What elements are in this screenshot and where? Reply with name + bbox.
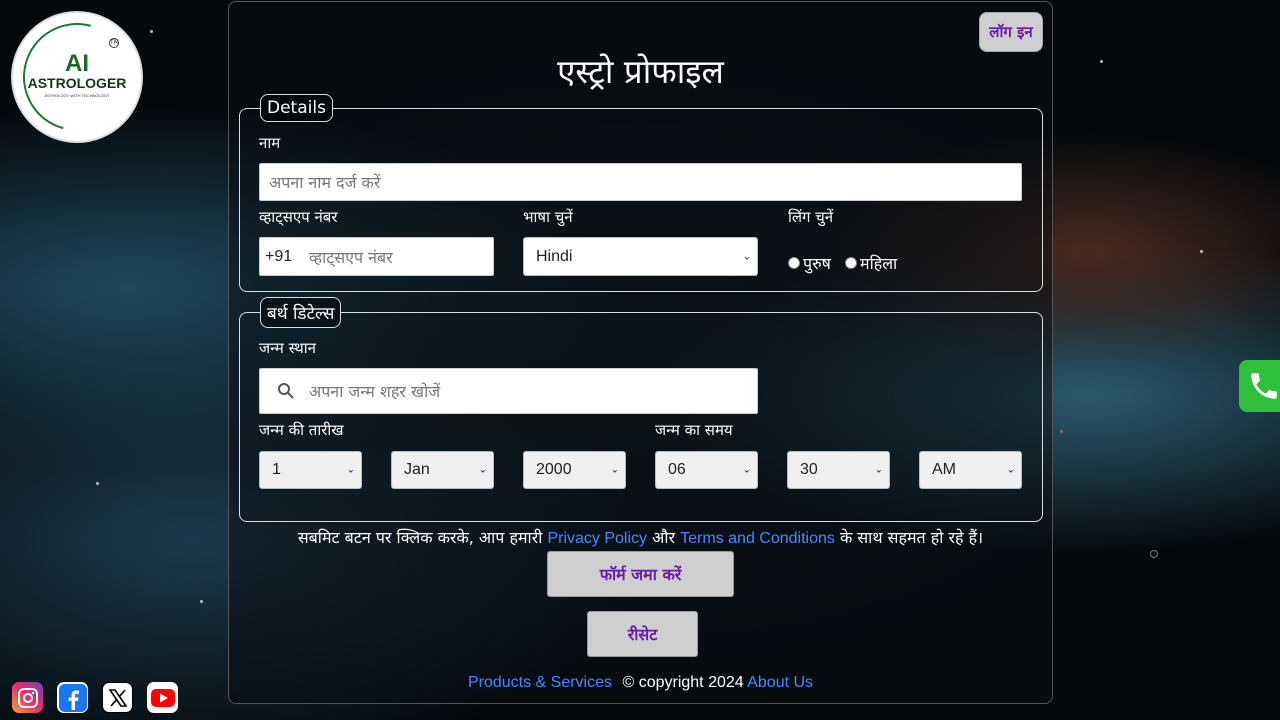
youtube-link[interactable] xyxy=(147,682,178,713)
phone-icon xyxy=(1251,373,1277,399)
birthdate-label: जन्म की तारीख xyxy=(259,421,344,439)
language-select[interactable]: Hindi ⌄ xyxy=(523,237,758,276)
brand-logo[interactable]: TM AI ASTROLOGER ASTROLOGY WITH TECHNOLO… xyxy=(3,3,151,151)
chevron-down-icon: ⌄ xyxy=(346,464,355,476)
name-input[interactable]: अपना नाम दर्ज करें xyxy=(259,163,1022,201)
terms-link[interactable]: Terms and Conditions xyxy=(680,530,835,547)
minute-value: 30 xyxy=(800,461,818,478)
ampm-value: AM xyxy=(932,461,956,478)
hour-select[interactable]: 06 ⌄ xyxy=(655,451,758,489)
name-label: नाम xyxy=(259,134,281,152)
gender-label: लिंग चुनें xyxy=(788,208,834,226)
country-code: +91 xyxy=(265,247,293,265)
gender-female-radio[interactable]: महिला xyxy=(845,252,897,274)
privacy-policy-link[interactable]: Privacy Policy xyxy=(547,530,647,547)
page-title: एस्ट्रो प्रोफाइल xyxy=(557,52,724,91)
gender-female-label: महिला xyxy=(860,254,898,273)
day-value: 1 xyxy=(272,461,281,478)
whatsapp-input[interactable]: +91 व्हाट्सएप नंबर xyxy=(259,237,494,276)
trademark-mark: TM xyxy=(109,38,119,48)
chevron-down-icon: ⌄ xyxy=(610,464,619,476)
radio-circle-icon xyxy=(788,257,800,269)
whatsapp-label: व्हाट्सएप नंबर xyxy=(259,208,338,226)
instagram-link[interactable] xyxy=(12,682,43,713)
radio-circle-icon xyxy=(845,257,857,269)
hour-value: 06 xyxy=(668,461,686,478)
chevron-down-icon: ⌄ xyxy=(478,464,487,476)
month-value: Jan xyxy=(404,461,430,478)
chevron-down-icon: ⌄ xyxy=(742,251,751,262)
x-icon xyxy=(107,688,128,707)
details-legend: Details xyxy=(260,94,333,122)
language-label: भाषा चुनें xyxy=(523,208,573,226)
name-placeholder: अपना नाम दर्ज करें xyxy=(269,173,381,192)
language-value: Hindi xyxy=(536,247,573,265)
about-us-link[interactable]: About Us xyxy=(747,674,813,691)
gender-male-radio[interactable]: पुरुष xyxy=(788,252,831,274)
consent-suffix: के साथ सहमत हो रहे हैं। xyxy=(839,528,984,547)
birthplace-search-input[interactable]: अपना जन्म शहर खोजें xyxy=(259,368,758,414)
footer: Products & Services © copyright 2024 Abo… xyxy=(229,674,1052,692)
reset-button[interactable]: रीसेट xyxy=(587,611,698,657)
whatsapp-placeholder: व्हाट्सएप नंबर xyxy=(309,247,393,267)
products-services-link[interactable]: Products & Services xyxy=(468,674,612,691)
copyright-text: © copyright 2024 xyxy=(622,674,744,691)
consent-and: और xyxy=(652,528,676,547)
logo-ring xyxy=(3,3,151,151)
minute-select[interactable]: 30 ⌄ xyxy=(787,451,890,489)
birthtime-label: जन्म का समय xyxy=(655,421,733,439)
birthplace-placeholder: अपना जन्म शहर खोजें xyxy=(309,382,441,401)
year-select[interactable]: 2000 ⌄ xyxy=(523,451,626,489)
call-button[interactable] xyxy=(1239,360,1280,412)
instagram-icon xyxy=(17,687,38,708)
month-select[interactable]: Jan ⌄ xyxy=(391,451,494,489)
youtube-icon xyxy=(150,688,175,707)
profile-form-panel: लॉग इन एस्ट्रो प्रोफाइल Details नाम अपना… xyxy=(228,1,1053,704)
x-twitter-link[interactable] xyxy=(102,682,133,713)
birthplace-label: जन्म स्थान xyxy=(259,339,316,357)
consent-prefix: सबमिट बटन पर क्लिक करके, आप हमारी xyxy=(297,528,543,547)
facebook-link[interactable] xyxy=(57,682,88,713)
consent-text: सबमिट बटन पर क्लिक करके, आप हमारी Privac… xyxy=(229,526,1052,548)
chevron-down-icon: ⌄ xyxy=(874,464,883,476)
gender-male-label: पुरुष xyxy=(803,254,831,273)
chevron-down-icon: ⌄ xyxy=(742,464,751,476)
birth-details-legend: बर्थ डिटेल्स xyxy=(260,297,342,328)
ampm-select[interactable]: AM ⌄ xyxy=(919,451,1022,489)
search-icon xyxy=(278,383,294,399)
login-button[interactable]: लॉग इन xyxy=(979,12,1043,52)
year-value: 2000 xyxy=(536,461,572,478)
day-select[interactable]: 1 ⌄ xyxy=(259,451,362,489)
chevron-down-icon: ⌄ xyxy=(1006,464,1015,476)
submit-button[interactable]: फॉर्म जमा करें xyxy=(547,551,734,597)
facebook-icon xyxy=(58,683,87,712)
